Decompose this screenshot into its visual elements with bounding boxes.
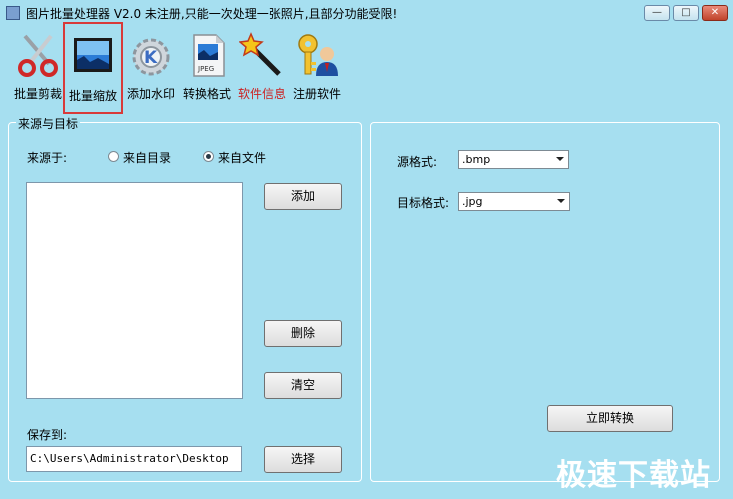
delete-button[interactable]: 删除 bbox=[264, 320, 342, 347]
toolbar-item-crop[interactable]: 批量剪裁 bbox=[9, 30, 67, 102]
add-button[interactable]: 添加 bbox=[264, 183, 342, 210]
picture-icon bbox=[74, 38, 112, 72]
toolbar-item-resize-selected[interactable]: 批量缩放 bbox=[63, 22, 123, 114]
toolbar-item-convert[interactable]: JPEG 转换格式 bbox=[178, 30, 236, 102]
minimize-button[interactable]: — bbox=[644, 5, 670, 21]
source-format-label: 源格式: bbox=[397, 155, 438, 169]
radio-from-directory-label[interactable]: 来自目录 bbox=[123, 149, 171, 166]
target-format-value: .jpg bbox=[462, 195, 483, 208]
kde-gear-icon: K bbox=[132, 38, 170, 76]
radio-from-directory[interactable] bbox=[108, 151, 119, 162]
app-icon bbox=[6, 6, 20, 20]
radio-from-file[interactable] bbox=[203, 151, 214, 162]
file-list[interactable] bbox=[26, 182, 243, 399]
key-user-icon bbox=[298, 34, 338, 76]
save-path-input[interactable]: C:\Users\Administrator\Desktop bbox=[26, 446, 242, 472]
radio-from-file-label[interactable]: 来自文件 bbox=[218, 149, 266, 166]
toolbar-item-watermark[interactable]: K 添加水印 bbox=[122, 30, 180, 102]
svg-text:JPEG: JPEG bbox=[197, 65, 214, 73]
maximize-button[interactable]: □ bbox=[673, 5, 699, 21]
close-button[interactable]: ✕ bbox=[702, 5, 728, 21]
target-format-select[interactable]: .jpg bbox=[458, 192, 570, 211]
chevron-down-icon bbox=[557, 199, 565, 203]
toolbar-item-register[interactable]: 注册软件 bbox=[288, 30, 346, 102]
scissors-icon bbox=[18, 34, 58, 77]
magic-wand-icon bbox=[239, 32, 281, 76]
window-title: 图片批量处理器 V2.0 未注册,只能一次处理一张照片,且部分功能受限! bbox=[26, 7, 398, 21]
toolbar: 批量剪裁 批量缩放 K 添加水印 JPEG 转换格式 软件信息 注册软件 bbox=[0, 22, 733, 114]
save-to-label: 保存到: bbox=[27, 428, 68, 442]
source-format-value: .bmp bbox=[462, 153, 491, 166]
jpeg-file-icon: JPEG bbox=[193, 34, 225, 77]
target-format-label: 目标格式: bbox=[397, 196, 450, 210]
svg-text:K: K bbox=[144, 48, 158, 68]
toolbar-label: 注册软件 bbox=[292, 87, 341, 101]
toolbar-label: 批量缩放 bbox=[68, 89, 117, 103]
source-format-select[interactable]: .bmp bbox=[458, 150, 569, 169]
convert-now-button[interactable]: 立即转换 bbox=[547, 405, 673, 432]
source-label: 来源于: bbox=[27, 151, 68, 165]
site-watermark: 极速下载站 bbox=[556, 458, 711, 493]
chevron-down-icon bbox=[556, 157, 564, 161]
choose-button[interactable]: 选择 bbox=[264, 446, 342, 473]
toolbar-item-info[interactable]: 软件信息 bbox=[233, 30, 291, 102]
clear-button[interactable]: 清空 bbox=[264, 372, 342, 399]
group-title: 来源与目标 bbox=[16, 115, 81, 132]
